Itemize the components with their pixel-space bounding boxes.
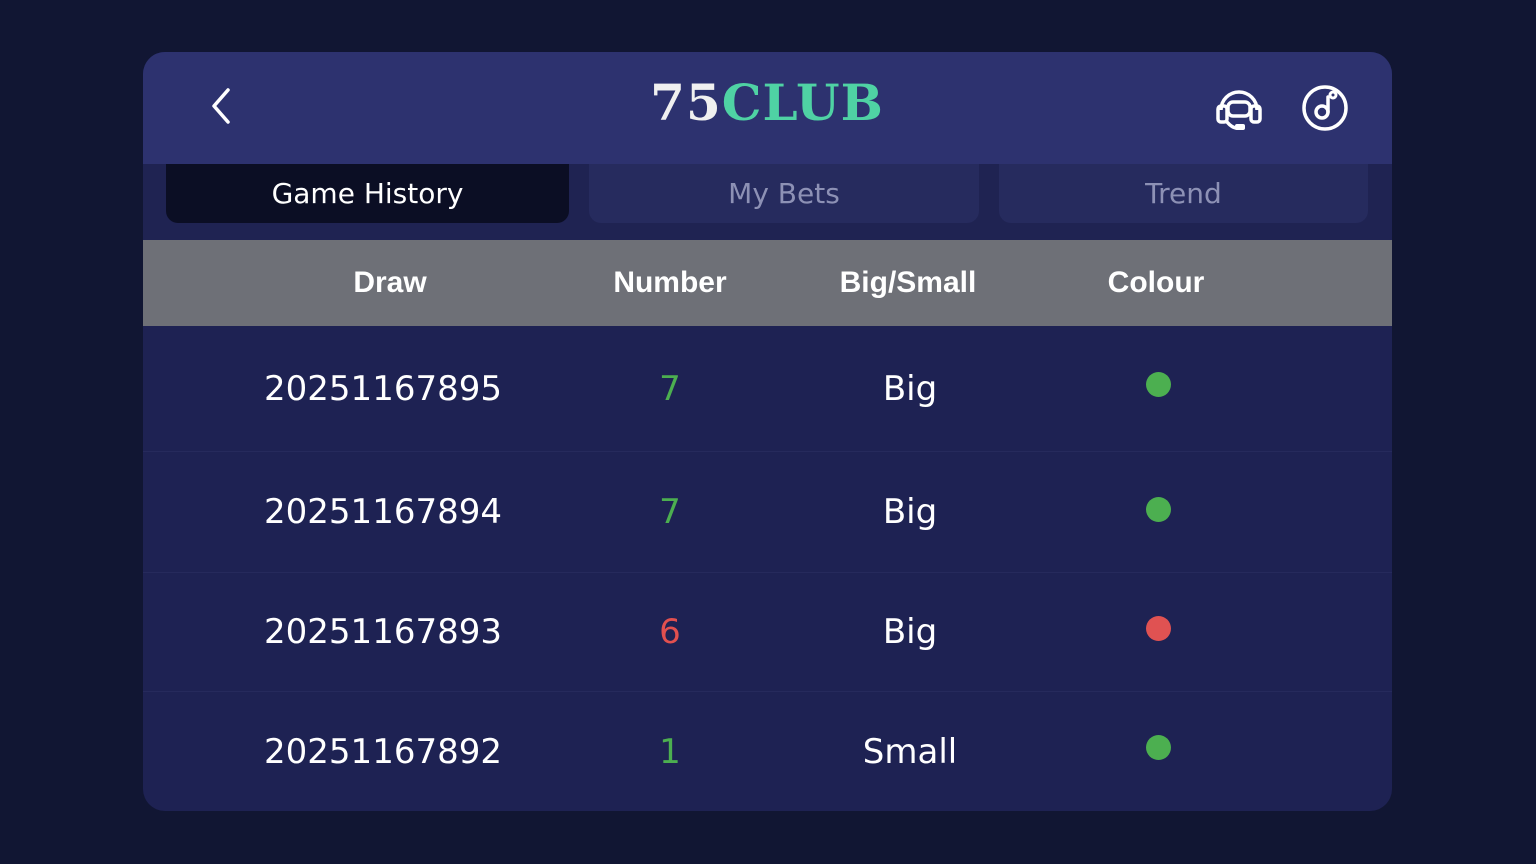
green-colour-dot [1145,372,1171,397]
table-row: 20251167894 7 Big [143,452,1392,573]
table-row: 20251167893 6 Big [143,573,1392,692]
app-logo: 75CLUB [650,70,884,134]
tab-my-bets[interactable]: My Bets [589,164,979,223]
colour-cell [1043,452,1273,572]
customer-support-button[interactable] [1211,80,1267,136]
colour-cell [1043,326,1273,451]
tab-trend[interactable]: Trend [999,164,1368,223]
big-small-result: Big [882,492,938,532]
logo-word: CLUB [721,72,884,132]
tab-game-history[interactable]: Game History [166,164,569,223]
back-button[interactable] [199,82,243,130]
column-header-big-small: Big/Small [839,266,977,299]
red-colour-dot [1145,615,1171,641]
draw-id: 20251167895 [264,368,502,409]
column-header-draw: Draw [353,266,427,299]
column-header-colour: Colour [1107,266,1205,299]
draw-id: 20251167894 [264,492,502,532]
big-small-result: Big [882,612,938,652]
music-note-icon [1302,85,1348,131]
chevron-left-icon [212,88,230,124]
table-header: Draw Number Big/Small Colour [143,240,1392,326]
game-history-panel: 75CLUB Game History My Bets Trend Draw N… [143,52,1392,811]
big-small-result: Big [882,368,938,409]
result-number: 7 [659,368,681,409]
logo-number: 75 [650,72,722,132]
draw-id: 20251167893 [264,612,502,652]
big-small-result: Small [862,731,958,772]
music-toggle-button[interactable] [1297,80,1353,136]
table-row: 20251167895 7 Big [143,326,1392,452]
top-bar: 75CLUB [143,52,1392,164]
result-number: 1 [659,731,681,772]
colour-cell [1043,573,1273,691]
history-tabs: Game History My Bets Trend [143,164,1392,240]
table-row: 20251167892 1 Small [143,692,1392,811]
green-colour-dot [1145,496,1171,522]
result-number: 7 [659,492,681,532]
green-colour-dot [1145,735,1171,760]
colour-cell [1043,692,1273,811]
draw-id: 20251167892 [264,731,502,772]
column-header-number: Number [613,266,727,299]
headset-icon [1216,90,1262,130]
result-number: 6 [659,612,681,652]
